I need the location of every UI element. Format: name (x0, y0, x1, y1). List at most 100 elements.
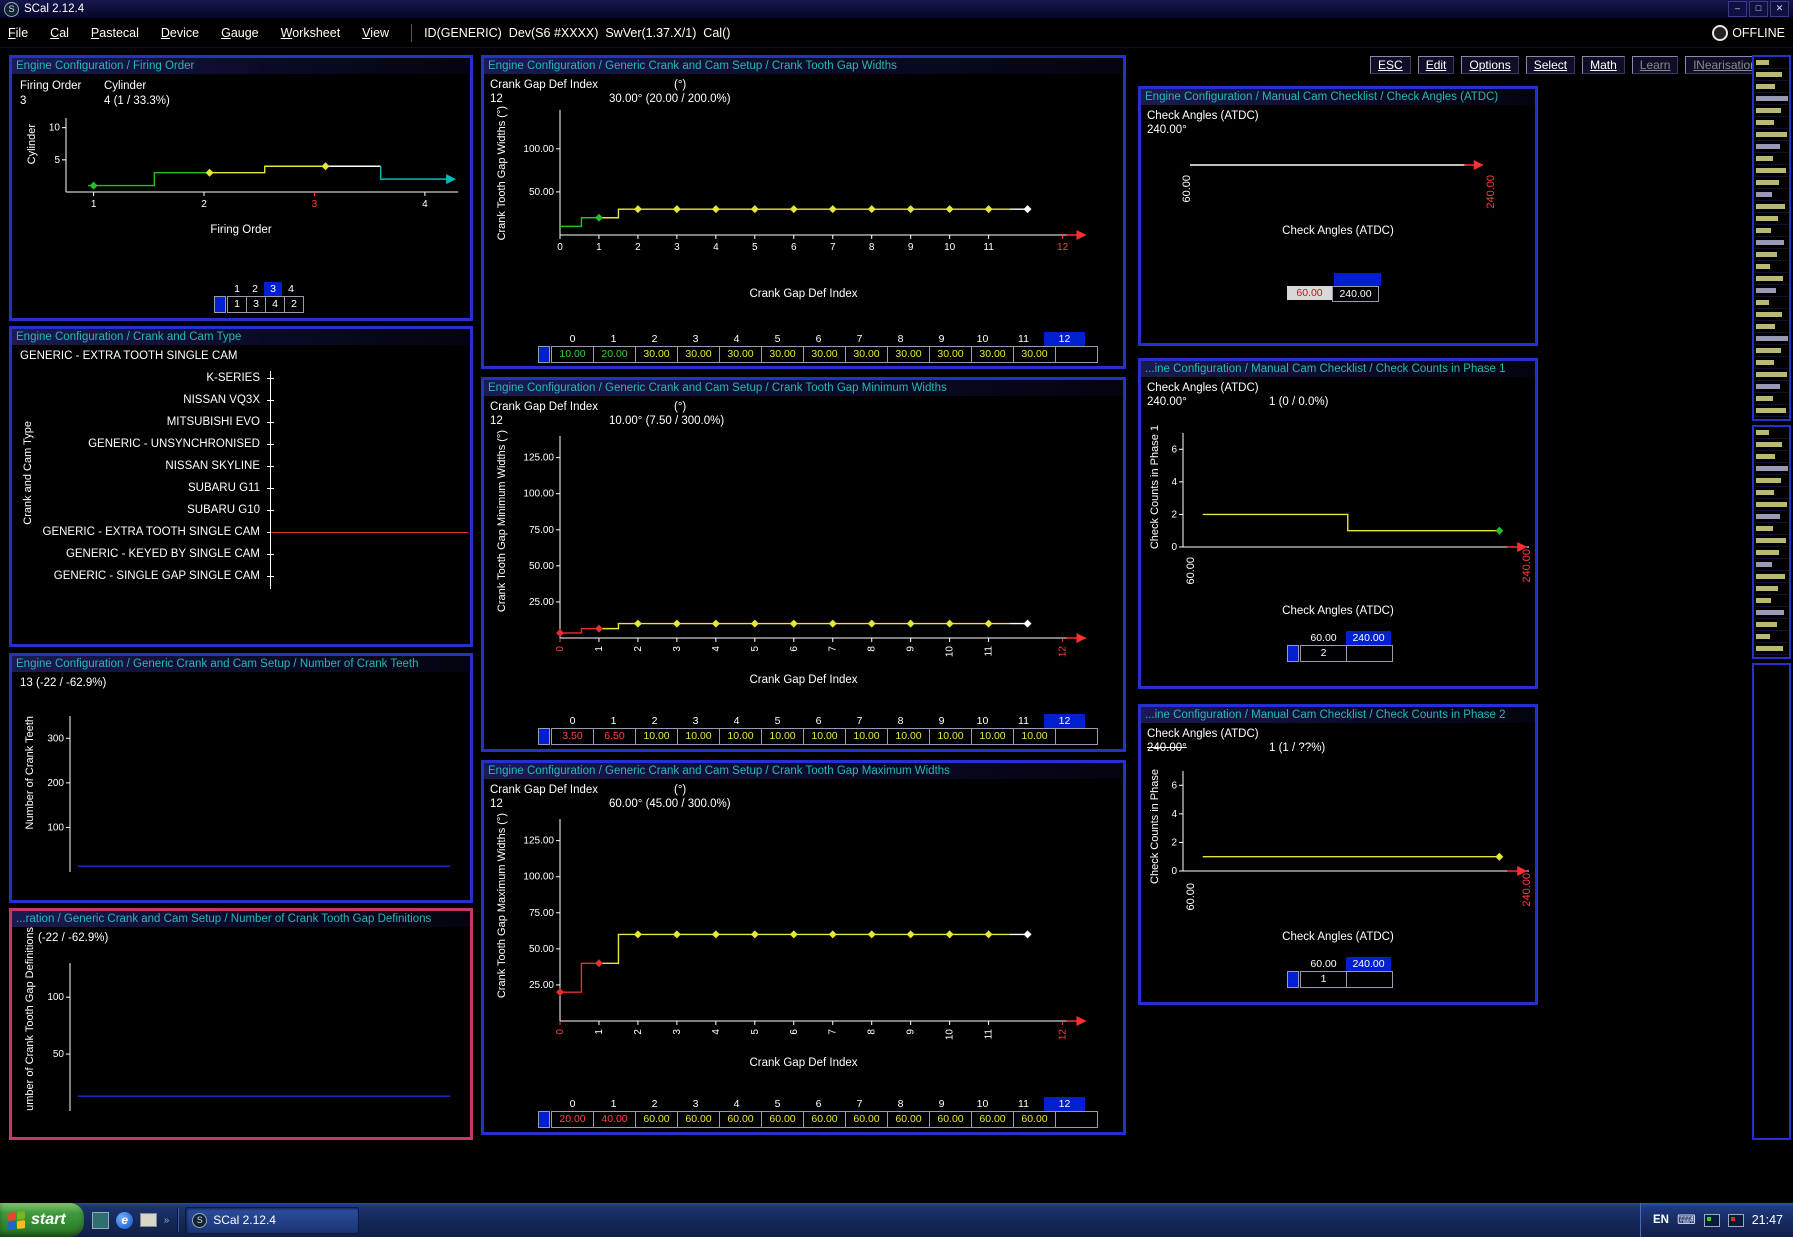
grid-header-cell[interactable]: 6 (798, 714, 839, 728)
grid-value-cell[interactable]: 1 (1300, 971, 1347, 988)
watch-row[interactable] (1754, 273, 1789, 285)
watch-list-top[interactable] (1752, 55, 1791, 421)
close-button[interactable]: ✕ (1770, 1, 1789, 17)
grid-header-cell[interactable]: 3 (675, 332, 716, 346)
grid-value-cell[interactable]: 30.00 (971, 346, 1014, 363)
grid-value-cell[interactable]: 30.00 (845, 346, 888, 363)
watch-row[interactable] (1754, 463, 1789, 475)
grid-header-cell[interactable]: 60.00 (1301, 957, 1346, 971)
app-shortcut-icon[interactable] (92, 1212, 109, 1229)
grid-value-cell[interactable]: 30.00 (635, 346, 678, 363)
panel-title[interactable]: Engine Configuration / Generic Crank and… (484, 763, 1123, 779)
grid-header-cell[interactable]: 3 (264, 282, 282, 296)
grid-value-cell[interactable]: 60.00 (971, 1111, 1014, 1128)
grid-header-cell[interactable]: 10 (962, 1097, 1003, 1111)
grid-header-cell[interactable]: 12 (1044, 1097, 1085, 1111)
select-button[interactable]: Select (1526, 56, 1575, 74)
grid-value-cell[interactable]: 60.00 (719, 1111, 762, 1128)
grid-header-cell[interactable]: 8 (880, 332, 921, 346)
grid-value-cell[interactable]: 60.00 (761, 1111, 804, 1128)
grid-header-cell[interactable]: 2 (634, 1097, 675, 1111)
panel-title[interactable]: Engine Configuration / Firing Order (12, 58, 470, 74)
grid-header-cell[interactable]: 0 (552, 332, 593, 346)
panel-title[interactable]: Engine Configuration / Generic Crank and… (484, 380, 1123, 396)
grid-header-cell[interactable]: 9 (921, 1097, 962, 1111)
grid-header-cell[interactable]: 60.00 (1301, 631, 1346, 645)
angle-cell-60[interactable]: 60.00 (1287, 286, 1332, 300)
grid-header-cell[interactable]: 4 (282, 282, 300, 296)
menu-worksheet[interactable]: Worksheet (281, 26, 341, 40)
grid-header-cell[interactable]: 11 (1003, 714, 1044, 728)
gap-minimum-chart[interactable]: 25.0050.0075.00100.00125.000123456789101… (486, 428, 1126, 668)
panel-title[interactable]: ...ine Configuration / Manual Cam Checkl… (1141, 707, 1535, 723)
grid-header-cell[interactable]: 6 (798, 332, 839, 346)
grid-header-cell[interactable]: 2 (634, 332, 675, 346)
watch-row[interactable] (1754, 405, 1789, 417)
panel-title[interactable]: Engine Configuration / Crank and Cam Typ… (12, 329, 470, 345)
watch-row[interactable] (1754, 393, 1789, 405)
grid-value-cell[interactable]: 30.00 (1055, 346, 1098, 363)
angle-cell-240[interactable]: 240.00 (1332, 286, 1379, 302)
cam-type-item[interactable]: GENERIC - SINGLE GAP SINGLE CAM (20, 565, 470, 587)
grid-header-cell[interactable]: 7 (839, 1097, 880, 1111)
crank-teeth-chart[interactable]: 100200300 (18, 696, 470, 892)
grid-value-cell[interactable]: 20.00 (593, 346, 636, 363)
phase2-table[interactable]: 60.00240.0011 (1287, 957, 1393, 988)
grid-value-cell[interactable]: 1 (1346, 645, 1393, 662)
gap-minimum-table[interactable]: 01234567891011123.506.5010.0010.0010.001… (538, 714, 1098, 745)
watch-row[interactable] (1754, 523, 1789, 535)
grid-value-cell[interactable]: 10.00 (1055, 728, 1098, 745)
language-indicator[interactable]: EN (1653, 1214, 1669, 1226)
grid-header-cell[interactable]: 8 (880, 1097, 921, 1111)
grid-header-cell[interactable]: 1 (593, 1097, 634, 1111)
watch-row[interactable] (1754, 583, 1789, 595)
watch-row[interactable] (1754, 643, 1789, 655)
phase1-table[interactable]: 60.00240.0021 (1287, 631, 1393, 662)
grid-value-cell[interactable]: 60.00 (1055, 1111, 1098, 1128)
panel-title[interactable]: Engine Configuration / Generic Crank and… (484, 58, 1123, 74)
grid-value-cell[interactable]: 10.00 (551, 346, 594, 363)
grid-header-cell[interactable]: 4 (716, 1097, 757, 1111)
cam-type-item[interactable]: SUBARU G11 (20, 477, 470, 499)
watch-row[interactable] (1754, 57, 1789, 69)
panel-title[interactable]: ...ration / Generic Crank and Cam Setup … (12, 911, 470, 927)
grid-value-cell[interactable]: 10.00 (635, 728, 678, 745)
grid-header-cell[interactable]: 7 (839, 714, 880, 728)
grid-value-cell[interactable]: 60.00 (677, 1111, 720, 1128)
watch-row[interactable] (1754, 165, 1789, 177)
grid-value-cell[interactable]: 10.00 (887, 728, 930, 745)
gap-maximum-table[interactable]: 012345678910111220.0040.0060.0060.0060.0… (538, 1097, 1098, 1128)
watch-row[interactable] (1754, 357, 1789, 369)
cam-type-item[interactable]: NISSAN VQ3X (20, 389, 470, 411)
grid-header-cell[interactable]: 5 (757, 332, 798, 346)
grid-header-cell[interactable]: 0 (552, 1097, 593, 1111)
options-button[interactable]: Options (1461, 56, 1518, 74)
grid-value-cell[interactable]: 30.00 (1013, 346, 1056, 363)
watch-row[interactable] (1754, 475, 1789, 487)
watch-row[interactable] (1754, 201, 1789, 213)
grid-value-cell[interactable]: 3 (246, 296, 266, 313)
watch-row[interactable] (1754, 487, 1789, 499)
watch-row[interactable] (1754, 547, 1789, 559)
menu-view[interactable]: View (362, 26, 389, 40)
grid-value-cell[interactable]: 60.00 (1013, 1111, 1056, 1128)
watch-row[interactable] (1754, 333, 1789, 345)
grid-value-cell[interactable]: 60.00 (929, 1111, 972, 1128)
watch-row[interactable] (1754, 511, 1789, 523)
watch-row[interactable] (1754, 499, 1789, 511)
math-button[interactable]: Math (1582, 56, 1625, 74)
tray-icon-status[interactable] (1728, 1214, 1744, 1227)
grid-header-cell[interactable]: 8 (880, 714, 921, 728)
grid-header-cell[interactable]: 5 (757, 714, 798, 728)
grid-value-cell[interactable]: 10.00 (845, 728, 888, 745)
grid-value-cell[interactable]: 6.50 (593, 728, 636, 745)
grid-header-cell[interactable]: 240.00 (1346, 631, 1391, 645)
show-desktop-icon[interactable] (140, 1213, 157, 1227)
grid-value-cell[interactable]: 10.00 (803, 728, 846, 745)
watch-row[interactable] (1754, 153, 1789, 165)
grid-header-cell[interactable]: 6 (798, 1097, 839, 1111)
panel-title[interactable]: ...ine Configuration / Manual Cam Checkl… (1141, 361, 1535, 377)
check-angles-table[interactable]: 60.00 240.00 (1287, 273, 1381, 302)
cam-type-item[interactable]: MITSUBISHI EVO (20, 411, 470, 433)
grid-header-cell[interactable]: 240.00 (1346, 957, 1391, 971)
